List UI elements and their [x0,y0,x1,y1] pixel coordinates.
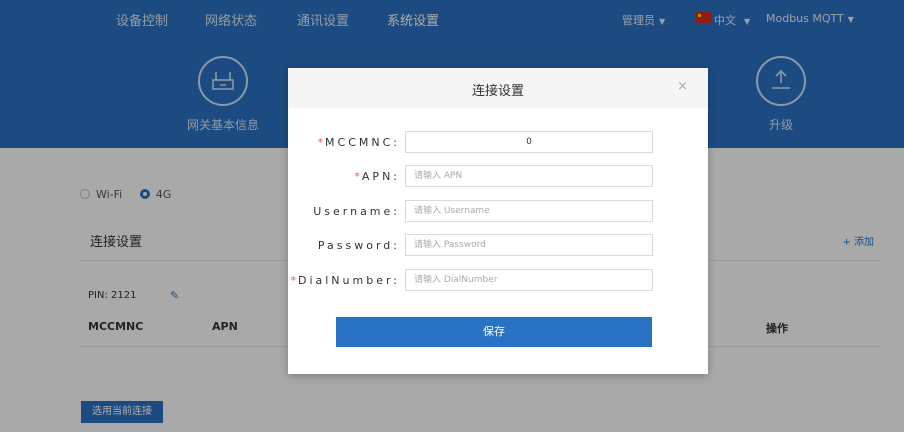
field-label-dialnumber: * DialNumber: [290,274,400,287]
field-username: Username: [288,200,708,224]
field-label-password: Password: [318,239,400,252]
field-password: Password: [288,234,708,258]
field-apn: * APN: [288,165,708,189]
modal-header: 连接设置 × [288,68,708,108]
mccmnc-input[interactable] [405,131,653,153]
dialnumber-input[interactable] [405,269,653,291]
field-label-text: MCCMNC: [325,136,400,149]
field-label-text: APN: [361,170,400,183]
apn-input[interactable] [405,165,653,187]
required-mark: * [354,170,360,183]
connection-settings-modal: 连接设置 × *MCCMNC: *APN: Username: Password… [288,68,708,374]
required-mark: * [317,136,324,149]
field-label-text: Password: [317,239,400,252]
save-button[interactable]: 保存 [336,317,652,347]
close-icon[interactable]: × [677,79,688,94]
field-label-text: DialNumber: [297,274,400,287]
field-label-apn: * APN: [354,170,400,183]
username-input[interactable] [405,200,653,222]
field-dialnumber: * DialNumber: [288,269,708,293]
required-mark: * [290,274,296,287]
password-input[interactable] [405,234,653,256]
field-mccmnc: * MCCMNC: [288,131,708,155]
field-label-username: Username: [313,205,400,218]
modal-title: 连接设置 [471,84,524,99]
field-label-mccmnc: * MCCMNC: [318,136,400,149]
field-label-text: Username: [313,205,400,218]
